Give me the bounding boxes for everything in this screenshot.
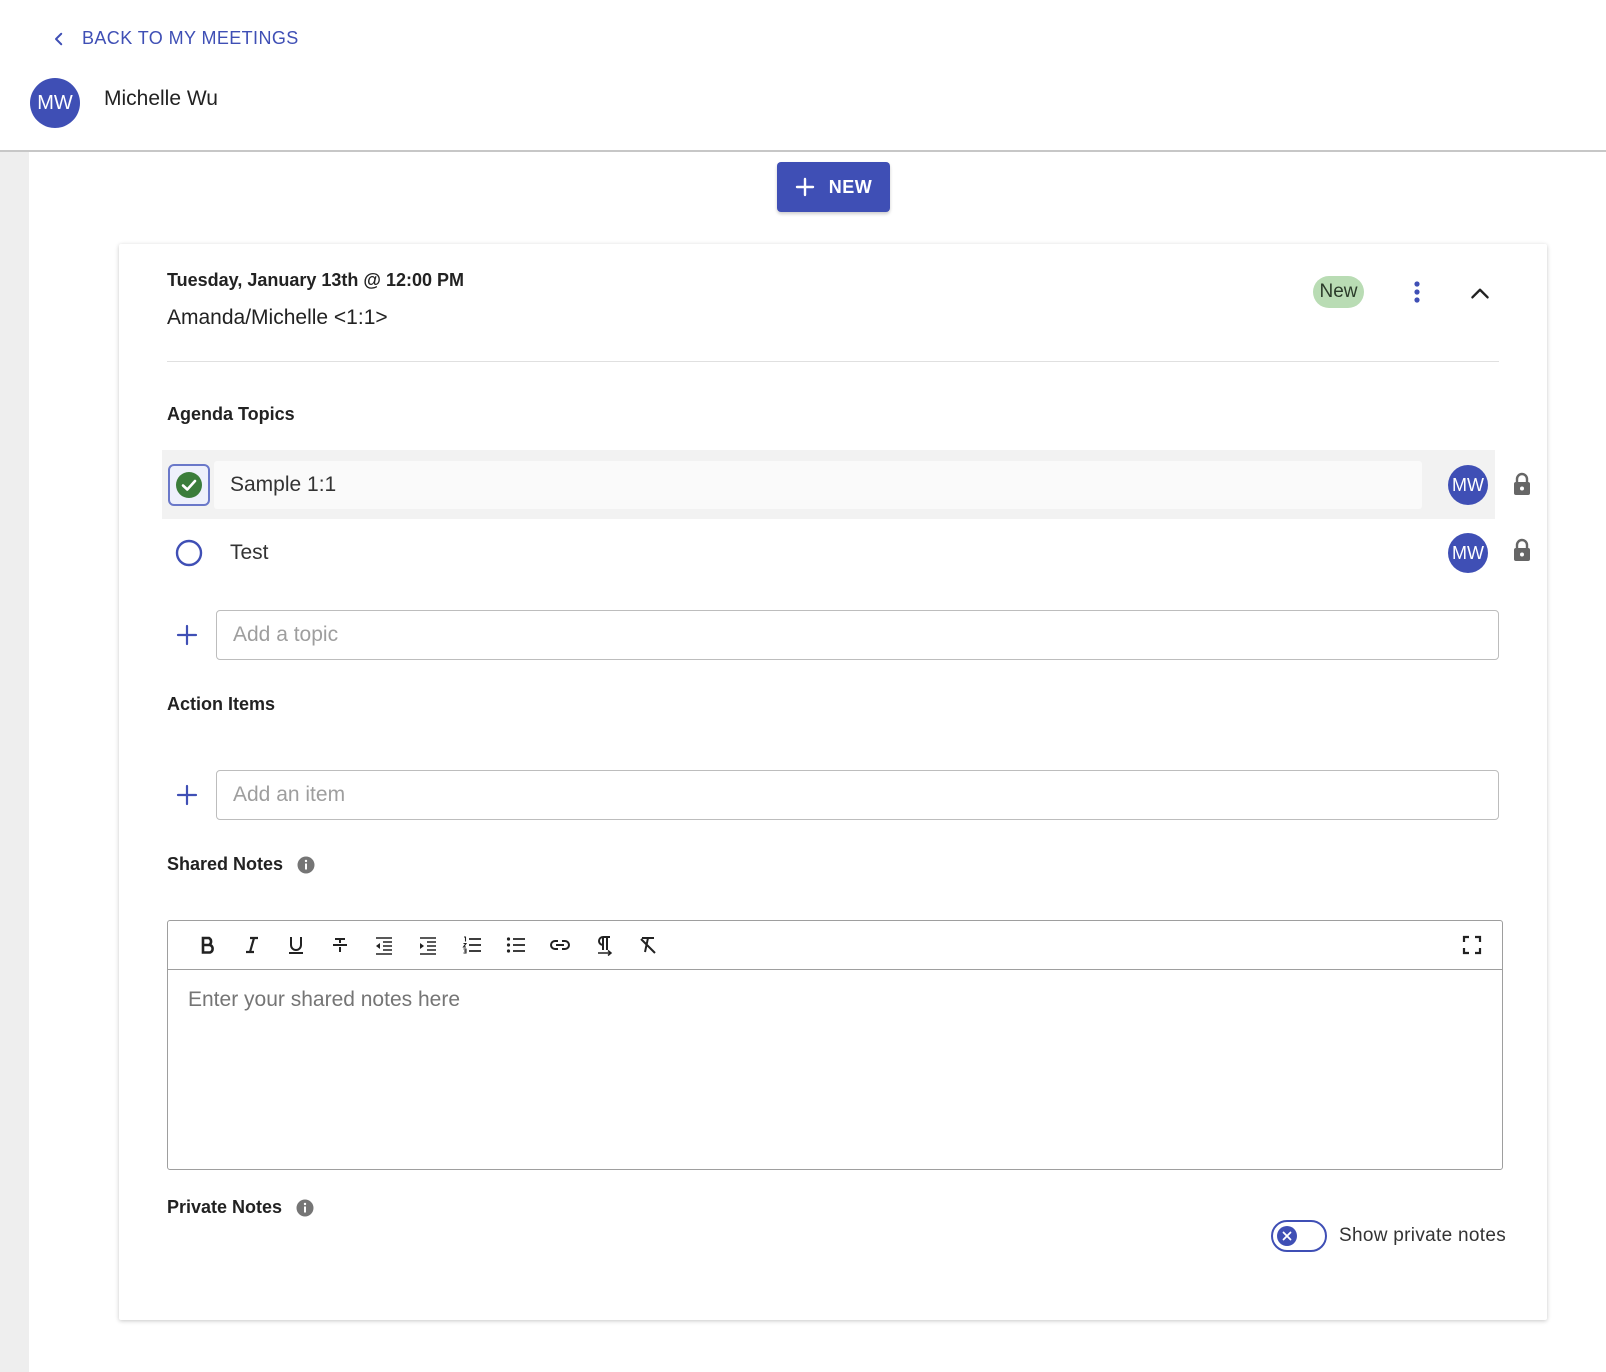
more-vert-icon[interactable] bbox=[1405, 278, 1429, 306]
toggle-switch[interactable] bbox=[1271, 1220, 1327, 1252]
new-meeting-button[interactable]: NEW bbox=[777, 162, 890, 212]
bold-button[interactable] bbox=[186, 930, 230, 960]
bold-icon bbox=[201, 936, 214, 954]
show-private-notes-toggle[interactable]: Show private notes bbox=[1271, 1220, 1506, 1252]
add-item-row bbox=[167, 770, 1499, 820]
header-divider bbox=[167, 361, 1499, 362]
agenda-topic-row[interactable]: Test MW bbox=[162, 518, 1530, 587]
agenda-topic-row[interactable]: Sample 1:1 MW bbox=[162, 450, 1530, 519]
close-icon bbox=[1282, 1231, 1292, 1241]
left-gutter bbox=[0, 152, 29, 1372]
user-name: Michelle Wu bbox=[104, 87, 218, 110]
underline-button[interactable] bbox=[274, 930, 318, 960]
ordered-list-icon bbox=[462, 936, 481, 954]
back-to-meetings-link[interactable]: BACK TO MY MEETINGS bbox=[50, 28, 299, 49]
private-notes-section-title: Private Notes bbox=[167, 1197, 314, 1218]
italic-button[interactable] bbox=[230, 930, 274, 960]
clear-format-icon bbox=[640, 937, 656, 954]
check-circle-icon bbox=[176, 472, 202, 498]
meeting-date: Tuesday, January 13th @ 12:00 PM bbox=[167, 270, 464, 290]
bullet-list-button[interactable] bbox=[494, 930, 538, 960]
private-notes-title-label: Private Notes bbox=[167, 1197, 283, 1217]
back-link-label: BACK TO MY MEETINGS bbox=[82, 28, 299, 48]
action-items-title-label: Action Items bbox=[167, 694, 276, 714]
clear-format-button[interactable] bbox=[626, 930, 670, 960]
info-icon[interactable] bbox=[296, 1199, 314, 1217]
new-button-label: NEW bbox=[828, 176, 873, 197]
agenda-section-title: Agenda Topics bbox=[167, 404, 295, 425]
action-items-section-title: Action Items bbox=[167, 694, 275, 715]
link-button[interactable] bbox=[538, 930, 582, 960]
top-bar: BACK TO MY MEETINGS MW Michelle Wu bbox=[0, 0, 1606, 152]
info-icon[interactable] bbox=[297, 856, 315, 874]
strikethrough-icon bbox=[333, 938, 347, 952]
add-item-input[interactable] bbox=[216, 770, 1499, 820]
add-topic-row bbox=[167, 610, 1499, 660]
avatar: MW bbox=[30, 78, 80, 128]
add-topic-input[interactable] bbox=[216, 610, 1499, 660]
meeting-title: Amanda/Michelle <1:1> bbox=[167, 306, 388, 329]
topic-checkbox[interactable] bbox=[168, 532, 210, 574]
shared-notes-textarea[interactable]: Enter your shared notes here bbox=[168, 970, 1502, 1030]
ordered-list-button[interactable] bbox=[450, 930, 494, 960]
topic-owner-avatar: MW bbox=[1448, 533, 1488, 573]
topic-owner-avatar: MW bbox=[1448, 465, 1488, 505]
plus-icon[interactable] bbox=[175, 623, 199, 647]
topic-checkbox[interactable] bbox=[168, 464, 210, 506]
topic-text[interactable]: Test bbox=[214, 529, 1422, 577]
agenda-title-label: Agenda Topics bbox=[167, 404, 295, 424]
underline-icon bbox=[289, 937, 303, 954]
chevron-up-icon[interactable] bbox=[1467, 280, 1493, 306]
italic-icon bbox=[246, 936, 258, 954]
user-header: MW Michelle Wu bbox=[30, 78, 218, 128]
paragraph-icon bbox=[598, 936, 613, 956]
chevron-left-icon bbox=[55, 32, 63, 45]
circle-outline-icon bbox=[175, 539, 203, 567]
shared-notes-section-title: Shared Notes bbox=[167, 854, 315, 875]
meeting-card: Tuesday, January 13th @ 12:00 PM Amanda/… bbox=[119, 244, 1547, 1320]
lock-icon[interactable] bbox=[1512, 472, 1532, 496]
indent-button[interactable] bbox=[406, 930, 450, 960]
outdent-button[interactable] bbox=[362, 930, 406, 960]
shared-notes-editor: Enter your shared notes here bbox=[167, 920, 1503, 1170]
plus-icon bbox=[795, 177, 814, 197]
strikethrough-button[interactable] bbox=[318, 930, 362, 960]
topic-text[interactable]: Sample 1:1 bbox=[214, 461, 1422, 509]
status-badge: New bbox=[1313, 276, 1364, 308]
toggle-knob bbox=[1277, 1226, 1297, 1246]
bullet-list-icon bbox=[506, 937, 525, 953]
outdent-icon bbox=[376, 937, 392, 955]
fullscreen-icon[interactable] bbox=[1460, 933, 1484, 957]
lock-icon[interactable] bbox=[1512, 538, 1532, 562]
shared-notes-title-label: Shared Notes bbox=[167, 854, 284, 874]
indent-icon bbox=[420, 937, 436, 955]
paragraph-button[interactable] bbox=[582, 930, 626, 960]
toggle-label: Show private notes bbox=[1339, 1225, 1506, 1246]
link-icon bbox=[550, 940, 570, 950]
editor-toolbar bbox=[168, 921, 1502, 970]
plus-icon[interactable] bbox=[175, 783, 199, 807]
